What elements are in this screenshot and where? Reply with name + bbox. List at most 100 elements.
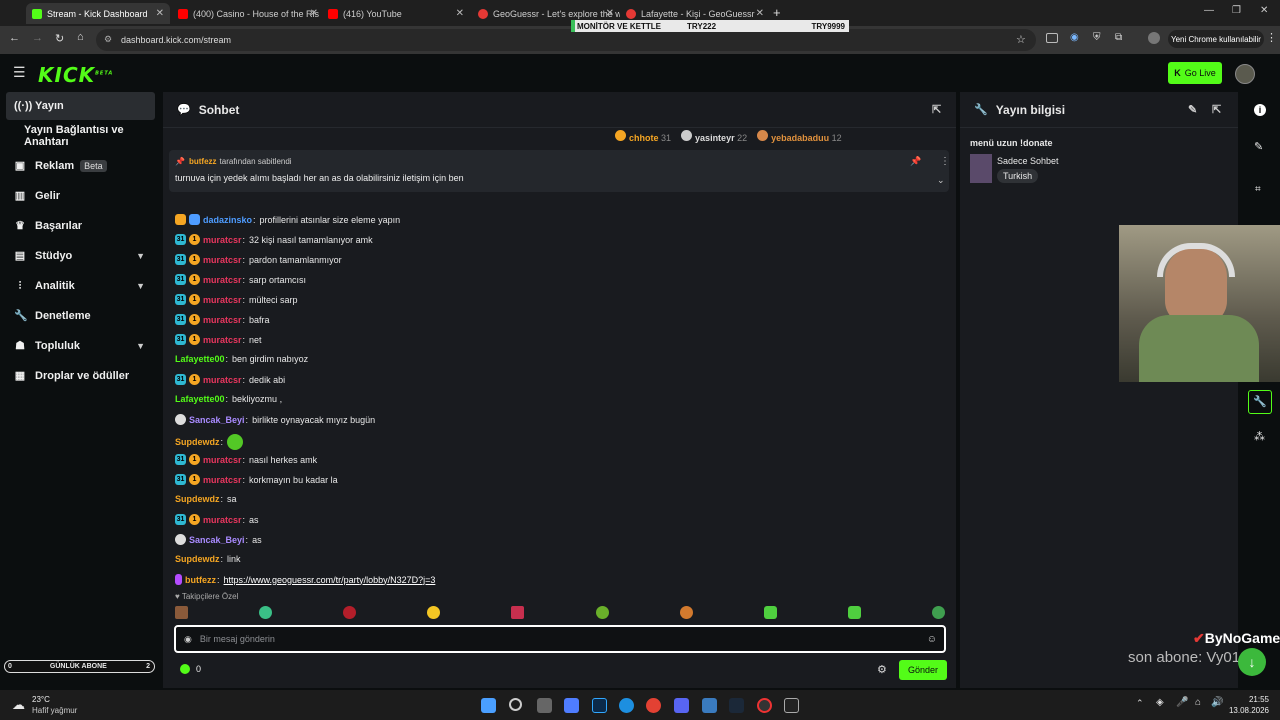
user-avatar[interactable] (1235, 64, 1255, 84)
windows-start-icon[interactable] (481, 698, 496, 713)
emote-icon[interactable] (175, 606, 188, 619)
chat-username[interactable]: muratcsr (203, 335, 242, 345)
stream-category[interactable]: Sadece Sohbet (997, 156, 1059, 166)
send-button[interactable]: Gönder (899, 660, 947, 680)
network-icon[interactable]: ⌂ (1195, 697, 1201, 708)
task-view-icon[interactable] (537, 698, 552, 713)
app-icon[interactable] (702, 698, 717, 713)
popout-icon[interactable]: ⇱ (932, 103, 941, 116)
search-icon[interactable] (509, 698, 522, 711)
profile-avatar-icon[interactable] (1148, 32, 1160, 44)
close-tab-icon[interactable]: ✕ (156, 8, 164, 19)
emote-icon[interactable] (259, 606, 273, 619)
scroll-down-icon[interactable]: ↓ (1238, 648, 1266, 676)
tab-casino[interactable]: (400) Casino - House of the Ris ✕ (172, 3, 324, 24)
chrome-icon[interactable] (646, 698, 661, 713)
chat-username[interactable]: muratcsr (203, 235, 242, 245)
reload-icon[interactable]: ↻ (55, 32, 64, 45)
clock-time[interactable]: 21:55 (1221, 695, 1269, 704)
copilot-icon[interactable] (564, 698, 579, 713)
chat-message-input[interactable]: ◉ Bir mesaj gönderin ☺ (174, 625, 946, 653)
sidebar-item-yayin[interactable]: ((·)) Yayın (6, 92, 155, 120)
chat-username[interactable]: Supdewdz (175, 494, 220, 504)
chat-username[interactable]: muratcsr (203, 295, 242, 305)
close-tab-icon[interactable]: ✕ (310, 8, 318, 19)
chat-username[interactable]: muratcsr (203, 255, 242, 265)
site-info-icon[interactable]: ⚙ (104, 34, 112, 45)
tab-youtube[interactable]: (416) YouTube ✕ (322, 3, 470, 24)
tab-kick-dashboard[interactable]: Stream - Kick Dashboard ✕ (26, 3, 170, 24)
extension-audio-icon[interactable]: ◉ (1070, 32, 1079, 43)
chrome-update-button[interactable]: Yeni Chrome kullanılabilir (1168, 30, 1264, 48)
close-tab-icon[interactable]: ✕ (606, 8, 614, 19)
unpin-icon[interactable]: 📌 (910, 156, 921, 167)
sidebar-item-analitik[interactable]: ⫶ Analitik ▼ (6, 272, 155, 300)
photoshop-icon[interactable] (592, 698, 607, 713)
stream-tag[interactable]: Turkish (997, 169, 1039, 183)
back-icon[interactable]: ← (9, 32, 20, 44)
chrome-menu-icon[interactable]: ⋮ (1266, 31, 1277, 44)
minimize-icon[interactable]: — (1204, 5, 1214, 16)
sidebar-item-reklam[interactable]: ▣ Reklam Beta (6, 152, 155, 180)
chat-username[interactable]: Sancak_Beyi (189, 535, 245, 545)
sidebar-item-droplar[interactable]: ▦ Droplar ve ödüller (6, 362, 155, 390)
close-tab-icon[interactable]: ✕ (456, 8, 464, 19)
emote-icon[interactable] (343, 606, 357, 619)
tray-app-icon[interactable]: ◈ (1156, 697, 1164, 708)
emote-icon[interactable] (931, 606, 945, 619)
emote-icon[interactable] (847, 606, 861, 619)
chat-username[interactable]: muratcsr (203, 375, 242, 385)
obs-icon[interactable] (757, 698, 772, 713)
chat-username[interactable]: Sancak_Beyi (189, 415, 245, 425)
kick-logo[interactable]: KICKBETA (38, 63, 113, 87)
crop-icon[interactable]: ⌗ (1255, 184, 1261, 195)
edit-pencil-icon[interactable]: ✎ (1254, 140, 1263, 153)
go-live-button[interactable]: K Go Live (1168, 62, 1222, 84)
wrench-tool-icon[interactable]: 🔧 (1248, 390, 1272, 414)
chat-settings-gear-icon[interactable]: ⚙ (877, 663, 887, 676)
chat-link[interactable]: https://www.geoguessr.com/tr/party/lobby… (224, 575, 436, 585)
emote-icon[interactable] (427, 606, 441, 619)
chat-username[interactable]: butfezz (185, 575, 216, 585)
microphone-icon[interactable]: 🎤 (1176, 697, 1188, 708)
edit-pencil-icon[interactable]: ✎ (1188, 103, 1197, 116)
chat-username[interactable]: muratcsr (203, 455, 242, 465)
chat-username[interactable]: dadazinsko (203, 215, 252, 225)
chat-username[interactable]: muratcsr (203, 315, 242, 325)
more-options-icon[interactable]: ⋮ (940, 156, 950, 167)
sidebar-item-gelir[interactable]: ▥ Gelir (6, 182, 155, 210)
sidebar-item-denetleme[interactable]: 🔧 Denetleme (6, 302, 155, 330)
chat-username[interactable]: Lafayette00 (175, 394, 225, 404)
top-gifter[interactable]: chhote 31 (615, 130, 671, 143)
chat-username[interactable]: Supdewdz (175, 437, 220, 447)
chat-username[interactable]: muratcsr (203, 475, 242, 485)
cast-icon[interactable] (1046, 33, 1058, 43)
volume-icon[interactable]: 🔊 (1211, 697, 1223, 708)
chevron-down-icon[interactable]: ⌄ (937, 175, 945, 186)
steam-icon[interactable] (729, 698, 744, 713)
emote-icon[interactable] (511, 606, 525, 619)
chat-username[interactable]: muratcsr (203, 515, 242, 525)
emoji-picker-icon[interactable]: ☺ (927, 634, 937, 645)
shield-icon[interactable]: ⛨ (1093, 32, 1101, 43)
new-tab-icon[interactable]: + (773, 5, 781, 20)
tray-chevron-up-icon[interactable]: ⌃ (1136, 698, 1144, 709)
sidebar-item-basarilar[interactable]: ♛ Başarılar (6, 212, 155, 240)
top-gifter[interactable]: yebadabaduu 12 (757, 130, 842, 143)
channel-points[interactable]: 0 (180, 664, 201, 674)
chat-username[interactable]: Lafayette00 (175, 354, 225, 364)
url-field[interactable]: ⚙ dashboard.kick.com/stream ☆ (96, 29, 1036, 51)
epic-games-icon[interactable] (784, 698, 799, 713)
community-icon[interactable]: ⁂ (1254, 430, 1265, 443)
close-window-icon[interactable]: ✕ (1260, 5, 1268, 16)
bookmark-star-icon[interactable]: ☆ (1016, 33, 1026, 46)
clock-date[interactable]: 13.08.2026 (1221, 706, 1269, 715)
discord-icon[interactable] (674, 698, 689, 713)
popout-icon[interactable]: ⇱ (1212, 103, 1221, 116)
chat-username[interactable]: Supdewdz (175, 554, 220, 564)
maximize-icon[interactable]: ❐ (1232, 5, 1241, 16)
sidebar-item-studyo[interactable]: ▤ Stüdyo ▼ (6, 242, 155, 270)
extensions-puzzle-icon[interactable]: ⧉ (1115, 32, 1122, 43)
close-tab-icon[interactable]: ✕ (756, 8, 764, 19)
edge-icon[interactable] (619, 698, 634, 713)
